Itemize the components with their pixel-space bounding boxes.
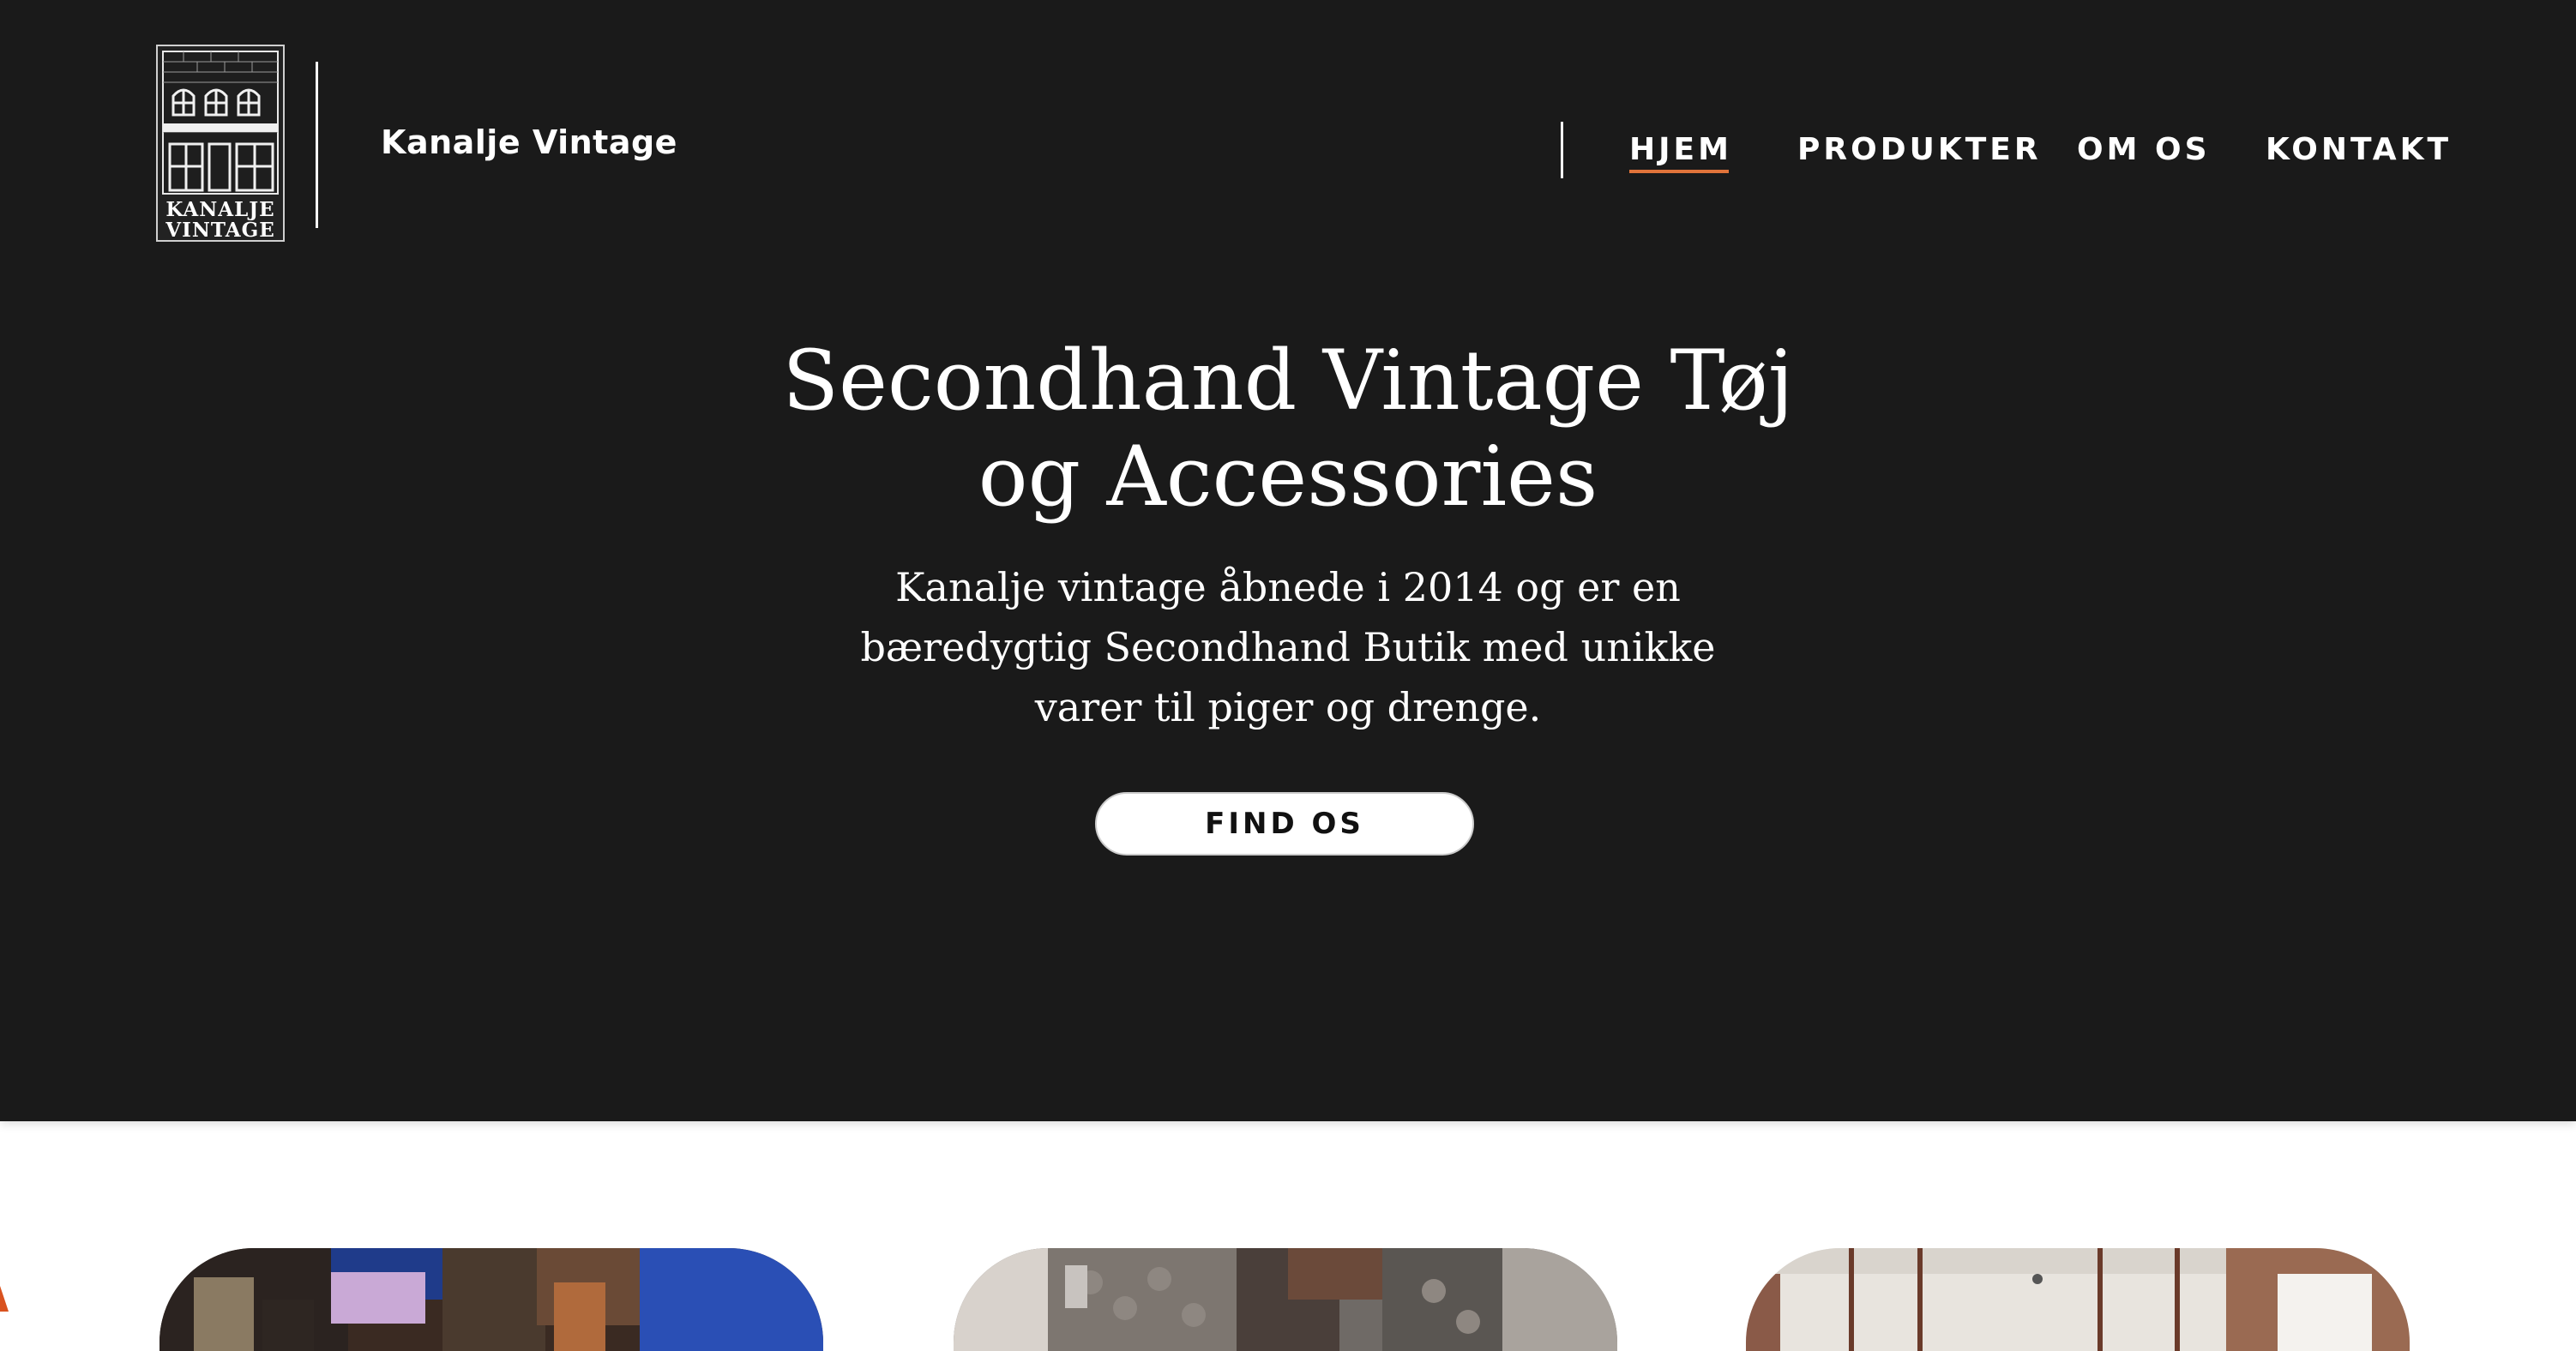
brand-name[interactable]: Kanalje Vintage bbox=[381, 123, 677, 161]
gallery-card-street[interactable] bbox=[954, 1248, 1617, 1351]
hero-subtitle-line3: varer til piger og drenge. bbox=[1034, 684, 1542, 730]
hero-title-line2: og Accessories bbox=[978, 429, 1598, 525]
nav-link-produkter[interactable]: PRODUKTER bbox=[1797, 130, 2042, 170]
logo-text-line1: KANALJE bbox=[166, 198, 274, 221]
street-photo bbox=[954, 1248, 1617, 1351]
logo-text-line2: VINTAGE bbox=[165, 219, 275, 240]
nav-divider bbox=[1561, 122, 1563, 178]
room-photo bbox=[1746, 1248, 2410, 1351]
gallery-card-shop-interior[interactable] bbox=[159, 1248, 823, 1351]
logo-divider bbox=[316, 62, 318, 228]
edge-decoration bbox=[0, 1286, 9, 1312]
hero-subtitle-line2: bæredygtig Secondhand Butik med unikke bbox=[860, 624, 1716, 670]
hero-section: KANALJE VINTAGE Kanalje Vintage HJEM PRO… bbox=[0, 0, 2576, 1121]
shop-logo[interactable]: KANALJE VINTAGE bbox=[156, 45, 285, 242]
nav-link-kontakt[interactable]: KONTAKT bbox=[2266, 130, 2452, 170]
gallery-card-room[interactable] bbox=[1746, 1248, 2410, 1351]
hero-title-line1: Secondhand Vintage Tøj bbox=[782, 333, 1794, 429]
find-os-button[interactable]: FIND OS bbox=[1095, 792, 1474, 856]
storefront-logo-icon: KANALJE VINTAGE bbox=[162, 51, 279, 240]
hero-title: Secondhand Vintage Tøj og Accessories bbox=[0, 333, 2576, 525]
nav-link-om-os[interactable]: OM OS bbox=[2077, 130, 2211, 170]
shop-interior-photo bbox=[159, 1248, 823, 1351]
hero-subtitle-line1: Kanalje vintage åbnede i 2014 og er en bbox=[895, 564, 1681, 610]
nav-link-hjem[interactable]: HJEM bbox=[1629, 130, 1732, 173]
hero-subtitle: Kanalje vintage åbnede i 2014 og er en b… bbox=[858, 557, 1718, 737]
